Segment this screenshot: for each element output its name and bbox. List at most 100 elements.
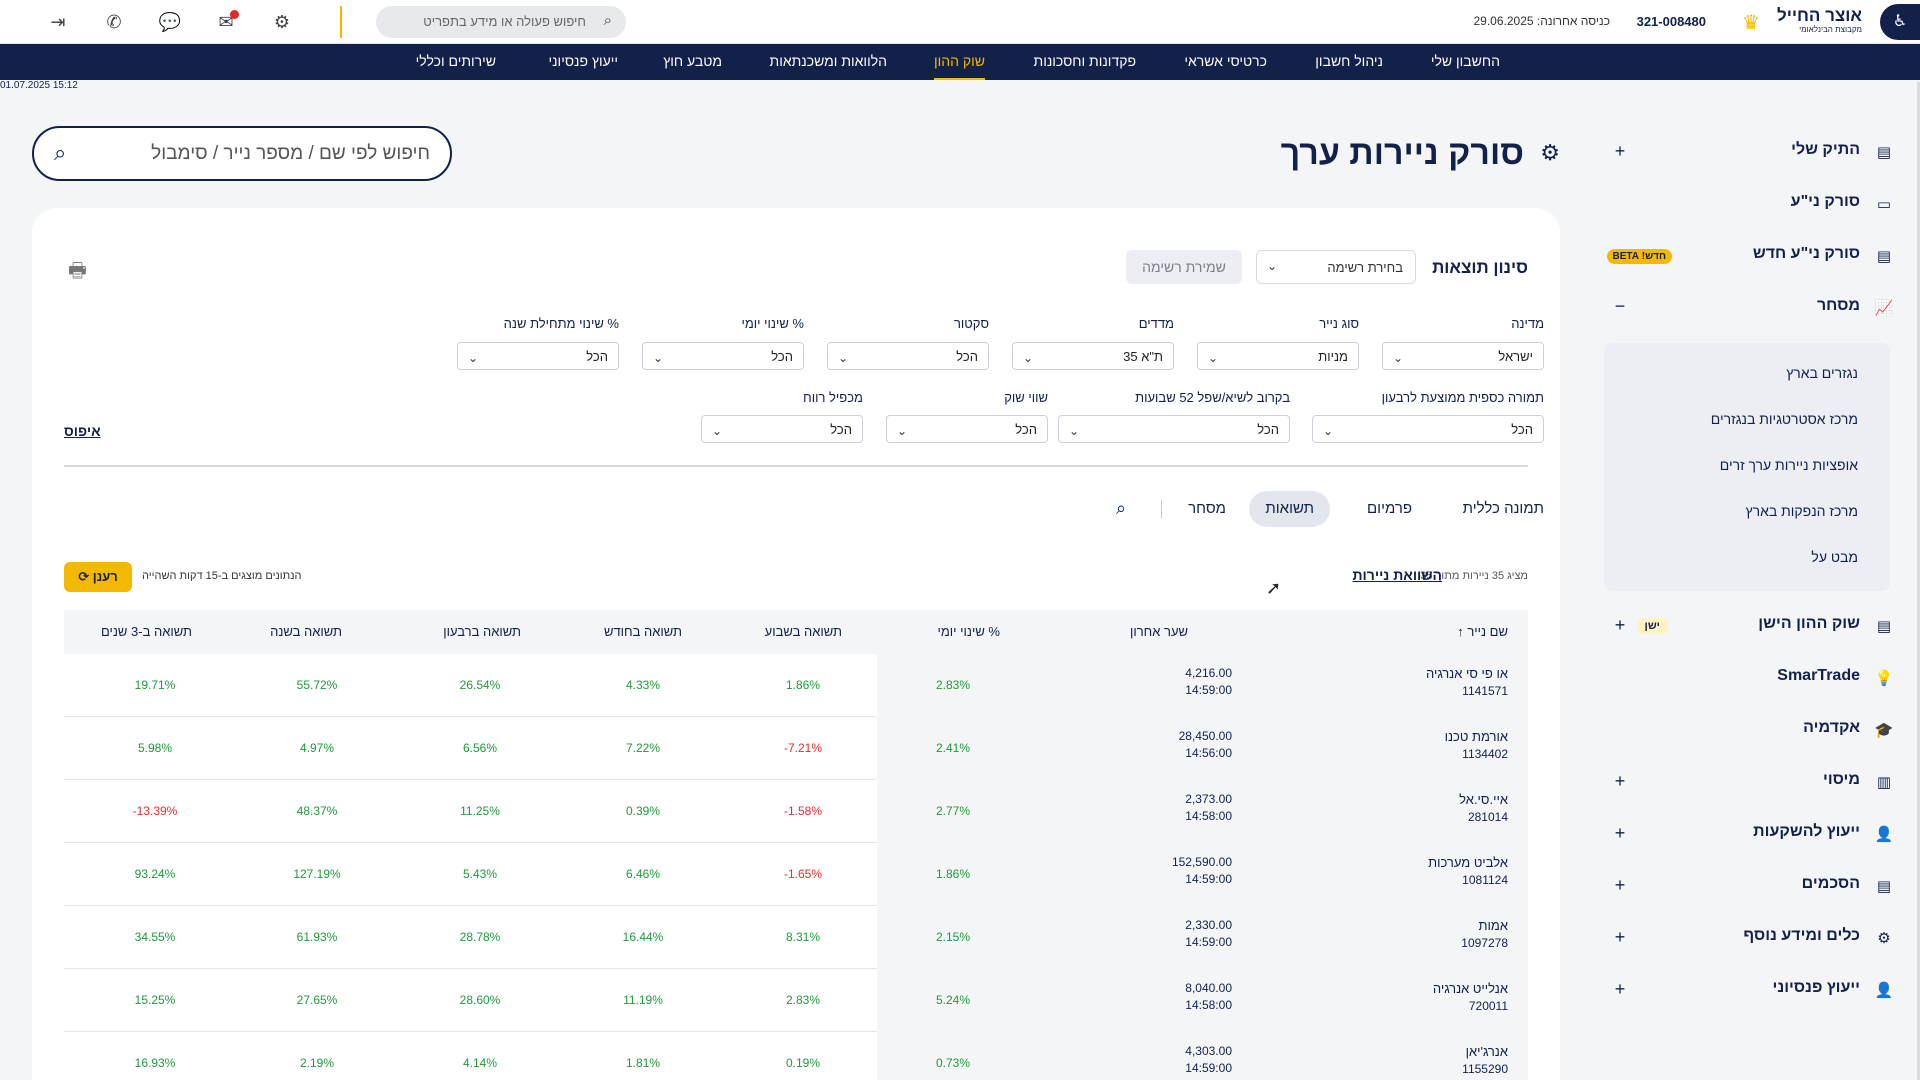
expand-icon[interactable]: +: [1612, 823, 1628, 844]
tab-premium[interactable]: פרמיום: [1367, 491, 1412, 527]
table-row[interactable]: אנלייט אנרגיה 720011 8,040.00 14:58:00 5.24%…: [64, 969, 1528, 1032]
sidebar-item-academy[interactable]: אקדמיה: [1803, 719, 1860, 743]
return-cell: 8.31%: [785, 930, 821, 944]
notification-dot: [230, 10, 239, 19]
column-header-month-return[interactable]: תשואה בחודש: [604, 624, 682, 639]
sidebar-item-old-market[interactable]: שוק ההון הישן: [1758, 615, 1860, 639]
security-name-cell[interactable]: אנרג'יאן 1155290: [1462, 1044, 1508, 1076]
filter-ytd-change-select[interactable]: הכל ⌄: [457, 342, 619, 370]
filter-sector-select[interactable]: הכל ⌄: [827, 342, 989, 370]
accessibility-button[interactable]: ♿: [1880, 4, 1920, 40]
security-name-cell[interactable]: אורמת טכנו 1134402: [1445, 729, 1508, 761]
nav-foreign-currency[interactable]: מטבע חוץ: [663, 44, 722, 80]
expand-icon[interactable]: +: [1612, 927, 1628, 948]
filter-avg-turnover-select[interactable]: הכל ⌄: [1312, 415, 1544, 443]
nav-deposits[interactable]: פקדונות וחסכונות: [1034, 44, 1136, 80]
tab-trading[interactable]: מסחר: [1188, 491, 1226, 527]
filter-sliders-icon[interactable]: ⚙: [1540, 140, 1560, 166]
sidebar-item-scanner[interactable]: סורק ני"ע: [1791, 193, 1860, 217]
table-row[interactable]: אמות 1097278 2,330.00 14:59:00 2.15% 8.31% 16.…: [64, 906, 1528, 969]
filter-52w-select[interactable]: הכל ⌄: [1058, 415, 1290, 443]
nav-capital-market[interactable]: שוק ההון: [933, 44, 985, 80]
filter-label-ytd-change: % שינוי מתחילת שנה: [503, 316, 619, 331]
sidebar-item-new-scanner[interactable]: סורק ני"ע חדש: [1753, 245, 1860, 269]
nav-account-management[interactable]: ניהול חשבון: [1315, 44, 1383, 80]
filter-security-type-select[interactable]: מניות ⌄: [1197, 342, 1359, 370]
sidebar-item-tools[interactable]: כלים ומידע נוסף: [1743, 927, 1860, 951]
table-row[interactable]: או פי סי אנרגיה 1141571 4,216.00 14:59:00 2.…: [64, 654, 1528, 717]
chat-icon[interactable]: 💬: [158, 10, 182, 34]
tab-returns[interactable]: תשואות: [1249, 491, 1330, 527]
column-header-week-return[interactable]: תשואה בשבוע: [765, 624, 842, 639]
expand-icon[interactable]: +: [1612, 615, 1628, 636]
submenu-item[interactable]: מבט על: [1811, 549, 1858, 565]
phone-icon[interactable]: ✆: [102, 10, 126, 34]
sidebar-item-pension-advice[interactable]: ייעוץ פנסיוני: [1772, 979, 1860, 1003]
sidebar-item-portfolio[interactable]: התיק שלי: [1791, 141, 1860, 165]
sidebar-item-trading[interactable]: מסחר: [1817, 297, 1860, 321]
security-number: 1081124: [1462, 873, 1508, 887]
sidebar-item-smartrade[interactable]: SmarTrade: [1777, 667, 1860, 691]
nav-my-account[interactable]: החשבון שלי: [1431, 44, 1500, 80]
filter-country-select[interactable]: ישראל ⌄: [1382, 342, 1544, 370]
sidebar-item-investment-advice[interactable]: ייעוץ להשקעות: [1753, 823, 1860, 847]
security-name-cell[interactable]: איי.סי.אל 281014: [1459, 792, 1508, 824]
expand-icon[interactable]: +: [1612, 875, 1628, 896]
column-header-name[interactable]: שם נייר ↑: [1457, 624, 1508, 639]
print-icon[interactable]: 🖶: [68, 256, 87, 290]
security-name-cell[interactable]: אנלייט אנרגיה 720011: [1433, 981, 1508, 1013]
refresh-button[interactable]: רענן ⟳: [64, 562, 132, 592]
column-header-last-price[interactable]: שער אחרון: [1130, 624, 1188, 639]
column-header-daily-change[interactable]: % שינוי יומי: [937, 624, 1000, 639]
submenu-item[interactable]: מרכז אסטרטגיות בנגזרים: [1711, 411, 1858, 427]
expand-icon[interactable]: +: [1612, 141, 1628, 162]
submenu-item[interactable]: אופציות ניירות ערך זרים: [1720, 457, 1858, 473]
filter-indices-select[interactable]: ת"א 35 ⌄: [1012, 342, 1174, 370]
security-name-cell[interactable]: אלביט מערכות 1081124: [1428, 855, 1508, 887]
column-header-year-return[interactable]: תשואה בשנה: [270, 624, 342, 639]
last-price-cell: 8,040.00 14:58:00: [1112, 981, 1232, 1012]
filter-pe-select[interactable]: הכל ⌄: [701, 415, 863, 443]
search-icon[interactable]: ⌕: [54, 140, 66, 166]
expand-icon[interactable]: +: [1612, 979, 1628, 1000]
table-row[interactable]: אורמת טכנו 1134402 28,450.00 14:56:00 2.41% -…: [64, 717, 1528, 780]
sidebar-item-agreements[interactable]: הסכמים: [1802, 875, 1860, 899]
page-title: סורק ניירות ערך: [1280, 134, 1524, 172]
menu-search-input[interactable]: ⌕ חיפוש פעולה או מידע בתפריט: [376, 6, 626, 38]
list-select[interactable]: בחירת רשימה ⌄: [1256, 250, 1416, 284]
security-name: אורמת טכנו: [1444, 729, 1508, 744]
table-row[interactable]: איי.סי.אל 281014 2,373.00 14:58:00 2.77% -1.5…: [64, 780, 1528, 843]
nav-credit-cards[interactable]: כרטיסי אשראי: [1184, 44, 1267, 80]
security-search-input[interactable]: חיפוש לפי שם / מספר נייר / סימבול ⌕: [32, 126, 452, 181]
expand-icon[interactable]: +: [1612, 771, 1628, 792]
return-cell: 7.22%: [625, 741, 661, 755]
nav-pension-advice[interactable]: ייעוץ פנסיוני: [548, 44, 618, 80]
nav-services[interactable]: שירותים וכללי: [416, 44, 496, 80]
logout-icon[interactable]: ⇥: [46, 10, 70, 34]
filter-daily-change-select[interactable]: הכל ⌄: [642, 342, 804, 370]
security-name-cell[interactable]: או פי סי אנרגיה 1141571: [1426, 666, 1508, 698]
filter-market-cap-select[interactable]: הכל ⌄: [886, 415, 1048, 443]
column-header-3y-return[interactable]: תשואה ב-3 שנים: [101, 624, 192, 639]
tab-overview[interactable]: תמונה כללית: [1463, 491, 1544, 527]
security-name-cell[interactable]: אמות 1097278: [1461, 918, 1508, 950]
return-cell: 1.81%: [625, 1056, 661, 1070]
save-list-button[interactable]: שמירת רשימה: [1126, 250, 1242, 284]
graduation-cap-icon: 🎓: [1874, 722, 1894, 739]
table-row[interactable]: אלביט מערכות 1081124 152,590.00 14:59:00 1.8…: [64, 843, 1528, 906]
filter-label-pe: מכפיל רווח: [803, 390, 863, 405]
settings-icon[interactable]: ⚙: [270, 10, 294, 34]
bank-logo[interactable]: אוצר החייל מקבוצת הבינלאומי ♛: [1742, 7, 1862, 37]
nav-loans[interactable]: הלוואות ומשכנתאות: [770, 44, 887, 80]
submenu-item[interactable]: מרכז הנפקות בארץ: [1746, 503, 1858, 519]
sidebar-item-tax[interactable]: מיסוי: [1823, 771, 1860, 795]
table-row[interactable]: אנרג'יאן 1155290 4,303.00 14:59:00 0.73% 0.19…: [64, 1032, 1528, 1080]
account-number[interactable]: 321-008480: [1637, 14, 1706, 29]
compare-securities-link[interactable]: השוואת ניירות: [1353, 567, 1443, 583]
reset-filters-link[interactable]: איפוס: [64, 423, 101, 439]
search-icon[interactable]: ⌕: [1116, 498, 1126, 519]
return-cell: 15.25%: [134, 993, 176, 1007]
collapse-icon[interactable]: −: [1612, 296, 1628, 317]
submenu-item[interactable]: נגזרים בארץ: [1786, 365, 1858, 381]
column-header-quarter-return[interactable]: תשואה ברבעון: [443, 624, 521, 639]
